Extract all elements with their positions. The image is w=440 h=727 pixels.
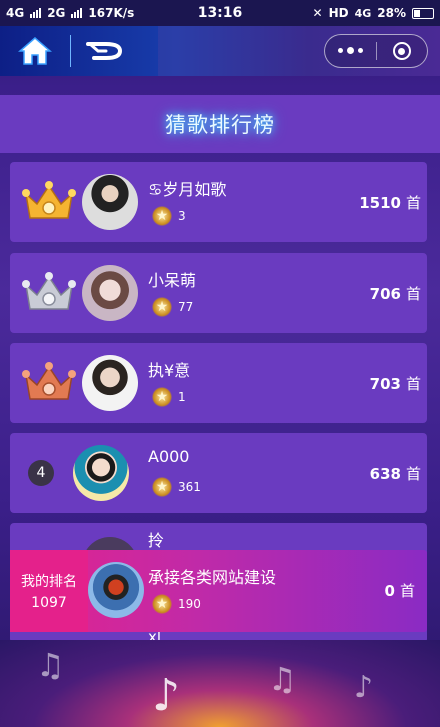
star-icon: ★: [152, 387, 172, 407]
page-title: 猜歌排行榜: [165, 113, 275, 137]
song-count-value: 1510: [359, 194, 401, 212]
music-note-icon: ♫: [36, 646, 65, 684]
star-icon: ★: [152, 297, 172, 317]
song-count-value: 703: [369, 375, 401, 393]
leaderboard-row[interactable]: ♋岁月如歌 ★ 3 1510 首: [10, 162, 427, 242]
battery-icon: [412, 7, 434, 19]
star-count: 3: [178, 209, 186, 223]
star-icon: ★: [152, 206, 172, 226]
mute-icon: ✕: [312, 6, 323, 20]
gold-crown-icon: [22, 181, 76, 219]
my-rank-bar[interactable]: 我的排名 1097 承接各类网站建设 ★ 190 0首: [10, 550, 427, 632]
home-button[interactable]: [0, 26, 70, 76]
signal-icon: [30, 8, 42, 18]
avatar[interactable]: [82, 174, 138, 230]
song-count: 703 首: [370, 373, 421, 394]
rank-badge: 4: [28, 460, 54, 486]
avatar[interactable]: [82, 355, 138, 411]
song-count: 706 首: [370, 283, 421, 304]
avatar[interactable]: [73, 445, 129, 501]
back-arrow-icon: [86, 42, 123, 60]
hd-label: HD: [328, 6, 349, 20]
mini-program-capsule: [324, 34, 428, 68]
home-icon: [18, 37, 52, 65]
status-bar: 4G 2G 167K/s 13:16 ✕ HD 4G 28%: [0, 0, 440, 26]
player-name: A000: [148, 447, 190, 466]
avatar[interactable]: [82, 265, 138, 321]
star-icon: ★: [152, 477, 172, 497]
target-circle-icon: [392, 42, 411, 60]
star-count: 77: [178, 300, 194, 314]
close-button[interactable]: [377, 35, 428, 67]
sim1-label: 4G: [6, 6, 25, 20]
song-count: 0首: [385, 580, 415, 601]
star-count: 1: [178, 390, 186, 404]
star-count: 190: [178, 597, 201, 611]
leaderboard-row[interactable]: 4 A000 ★ 361 638 首: [10, 433, 427, 513]
player-name: 小呆萌: [148, 271, 197, 290]
song-count: 1510 首: [359, 192, 421, 213]
network-speed: 167K/s: [88, 6, 135, 20]
leaderboard-row[interactable]: 执¥意 ★ 1 703 首: [10, 343, 427, 423]
sim2-label: 2G: [47, 6, 66, 20]
more-dots-icon: [337, 47, 363, 54]
my-rank-label: 我的排名: [21, 574, 77, 590]
song-count-unit: 首: [405, 375, 421, 393]
silver-crown-icon: [22, 272, 76, 310]
star-count: 361: [178, 480, 201, 494]
avatar[interactable]: [88, 562, 144, 618]
song-count-unit: 首: [399, 582, 415, 600]
network-type: 4G: [354, 6, 372, 20]
song-count: 638 首: [370, 463, 421, 484]
song-count-value: 706: [369, 285, 401, 303]
song-count-unit: 首: [405, 285, 421, 303]
player-name: 执¥意: [148, 361, 191, 380]
my-name: 承接各类网站建设: [148, 568, 277, 587]
song-count-value: 638: [369, 465, 401, 483]
player-name: ♋岁月如歌: [148, 180, 227, 199]
player-name: 拎: [148, 531, 165, 550]
back-button[interactable]: [71, 26, 141, 76]
my-rank-box: 我的排名 1097: [10, 550, 88, 632]
music-note-icon: ♫: [268, 660, 297, 698]
signal-icon: [71, 8, 83, 18]
music-note-icon: ♪: [354, 670, 374, 705]
my-rank-number: 1097: [31, 595, 67, 611]
bronze-crown-icon: [22, 362, 76, 400]
star-icon: ★: [152, 594, 172, 614]
song-count-unit: 首: [405, 465, 421, 483]
music-note-icon: ♪: [152, 670, 181, 721]
stage-decoration: ♫ ♪ ♫ ♪: [0, 640, 440, 727]
song-count-unit: 首: [405, 194, 421, 212]
song-count-value: 0: [384, 582, 395, 600]
leaderboard-row[interactable]: 小呆萌 ★ 77 706 首: [10, 253, 427, 333]
top-nav: [0, 26, 440, 76]
leaderboard-title-bar: 猜歌排行榜: [0, 95, 440, 153]
battery-percent: 28%: [377, 6, 406, 20]
more-button[interactable]: [325, 35, 376, 67]
